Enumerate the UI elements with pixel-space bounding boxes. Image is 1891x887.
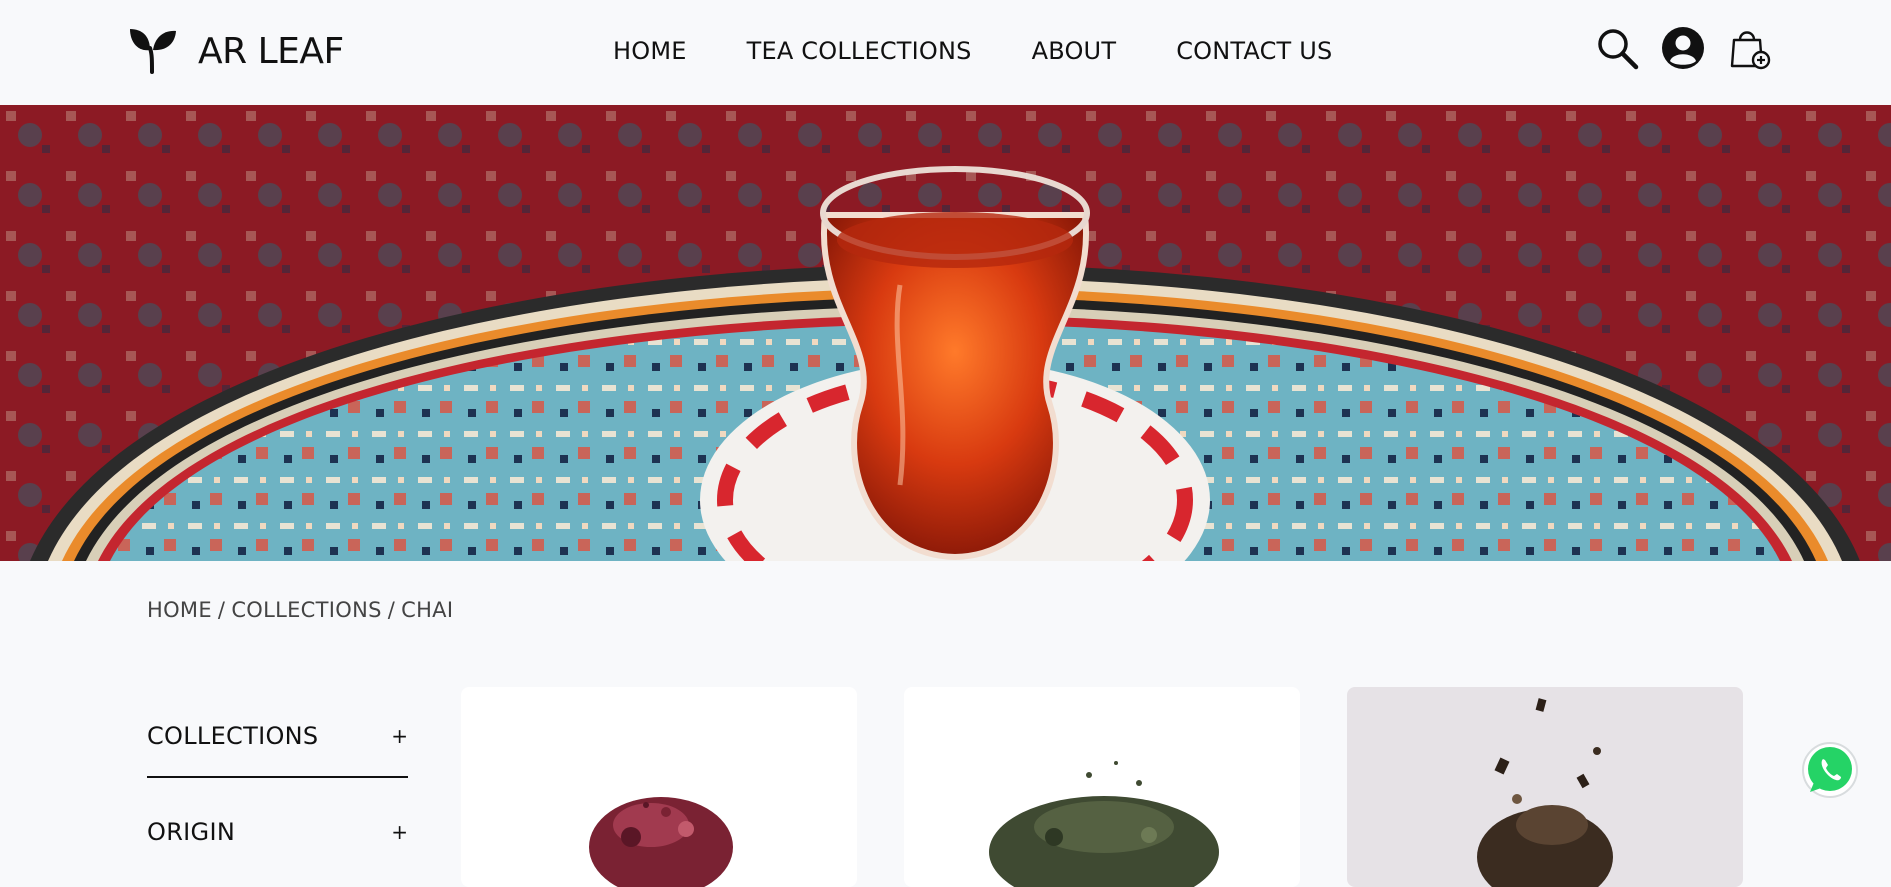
whatsapp-icon bbox=[1802, 742, 1858, 798]
nav-about[interactable]: ABOUT bbox=[1032, 37, 1117, 65]
expand-icon[interactable]: + bbox=[391, 820, 408, 844]
breadcrumb-separator: / bbox=[217, 598, 226, 622]
breadcrumb-home[interactable]: HOME bbox=[147, 598, 212, 622]
search-icon[interactable] bbox=[1595, 26, 1639, 70]
shopping-bag-icon[interactable] bbox=[1727, 26, 1771, 70]
filter-label: COLLECTIONS bbox=[147, 722, 319, 750]
brand-name: AR LEAF bbox=[198, 30, 344, 72]
breadcrumb-collections[interactable]: COLLECTIONS bbox=[231, 598, 381, 622]
filter-label: ORIGIN bbox=[147, 818, 236, 846]
site-header: AR LEAF HOME TEA COLLECTIONS ABOUT CONTA… bbox=[0, 0, 1891, 105]
nav-contact-us[interactable]: CONTACT US bbox=[1176, 37, 1332, 65]
brand-logo[interactable]: AR LEAF bbox=[128, 26, 344, 76]
nav-home[interactable]: HOME bbox=[613, 37, 687, 65]
divider bbox=[147, 776, 408, 778]
tea-glass-on-rug-image bbox=[0, 105, 1891, 561]
product-card[interactable] bbox=[904, 687, 1300, 887]
hero-banner bbox=[0, 105, 1891, 561]
filter-origin[interactable]: ORIGIN + bbox=[147, 818, 408, 846]
leaf-logo-icon bbox=[130, 29, 176, 74]
green-tea-leaves-image bbox=[989, 761, 1219, 887]
filter-collections[interactable]: COLLECTIONS + bbox=[147, 722, 408, 778]
product-card[interactable] bbox=[461, 687, 857, 887]
header-actions bbox=[1595, 26, 1771, 70]
main-nav: HOME TEA COLLECTIONS ABOUT CONTACT US bbox=[613, 37, 1332, 65]
breadcrumb-current: CHAI bbox=[401, 598, 454, 622]
whatsapp-chat-button[interactable] bbox=[1800, 740, 1860, 800]
nav-tea-collections[interactable]: TEA COLLECTIONS bbox=[747, 37, 972, 65]
dark-loose-leaf-tea-image bbox=[1477, 698, 1613, 887]
product-card[interactable] bbox=[1347, 687, 1743, 887]
expand-icon[interactable]: + bbox=[391, 724, 408, 748]
breadcrumb: HOME / COLLECTIONS / CHAI bbox=[147, 598, 453, 622]
account-icon[interactable] bbox=[1661, 26, 1705, 70]
dried-hibiscus-tea-image bbox=[589, 797, 733, 887]
breadcrumb-separator: / bbox=[387, 598, 396, 622]
